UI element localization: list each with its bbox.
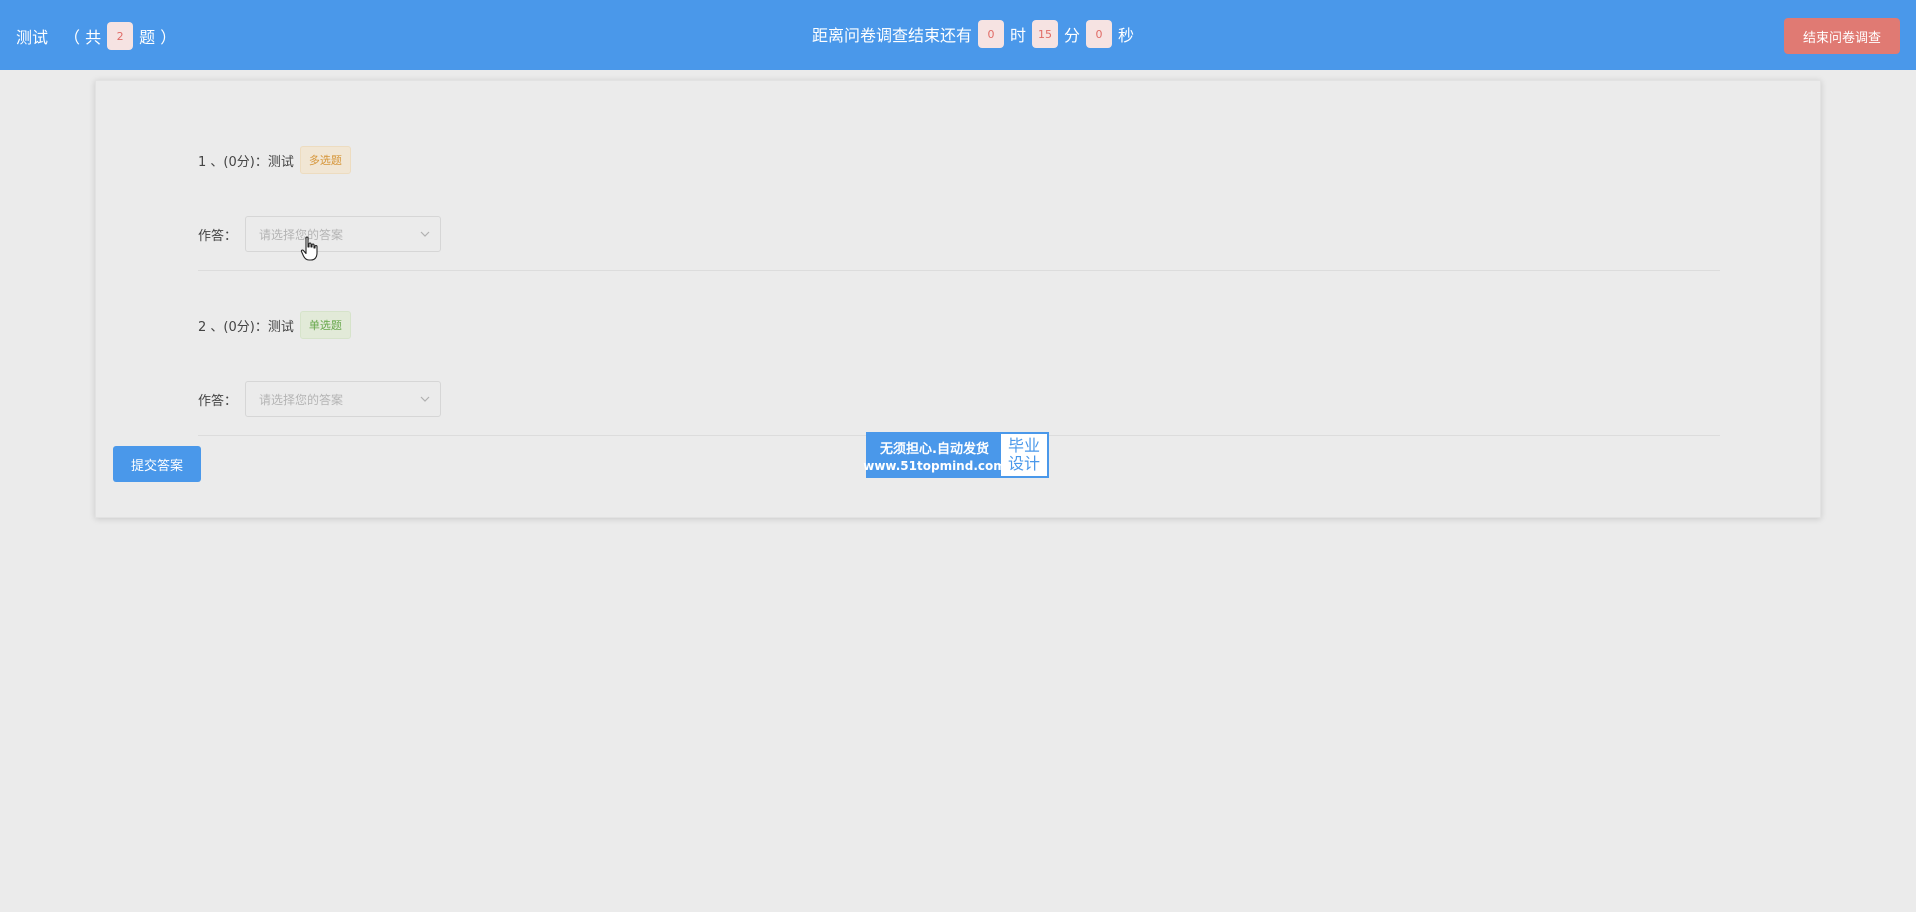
ad-line-1: 无须担心.自动发货 <box>880 441 989 457</box>
chevron-down-icon <box>420 231 430 237</box>
timer-seconds-unit: 秒 <box>1118 26 1135 45</box>
timer-minutes: 15 <box>1032 20 1059 48</box>
timer-hours-unit: 时 <box>1010 26 1027 45</box>
question-2-header: 2 、(0分)：测试 单选题 <box>198 311 1720 339</box>
question-2-title: 2 、(0分)：测试 <box>198 319 294 335</box>
question-1-answer-label: 作答： <box>198 228 238 244</box>
question-1: 1 、(0分)：测试 多选题 作答： 请选择您的答案 <box>198 146 1720 271</box>
question-count-badge: 2 <box>107 22 134 50</box>
question-2-answer-label: 作答： <box>198 393 238 409</box>
question-2: 2 、(0分)：测试 单选题 作答： 请选择您的答案 <box>198 311 1720 436</box>
end-survey-button[interactable]: 结束问卷调查 <box>1784 18 1900 54</box>
ad-right-line-1: 毕业 <box>1007 436 1040 455</box>
countdown-timer: 距离问卷调查结束还有 0 时 15 分 0 秒 <box>812 20 1134 48</box>
timer-prefix: 距离问卷调查结束还有 <box>812 26 973 45</box>
question-1-type-tag: 多选题 <box>299 146 351 174</box>
watermark-ad: 无须担心.自动发货 www.51topmind.com 毕业 设计 <box>863 432 1049 478</box>
question-1-answer-row: 作答： 请选择您的答案 <box>198 216 1720 252</box>
question-2-answer-row: 作答： 请选择您的答案 <box>198 381 1720 417</box>
timer-seconds: 0 <box>1086 20 1113 48</box>
timer-minutes-unit: 分 <box>1064 26 1081 45</box>
ad-right-line-2: 设计 <box>1007 454 1040 473</box>
ad-line-2: www.51topmind.com <box>863 458 1006 473</box>
question-2-answer-select[interactable]: 请选择您的答案 <box>245 381 441 417</box>
submit-answer-button[interactable]: 提交答案 <box>113 446 201 482</box>
question-1-divider <box>198 270 1720 271</box>
survey-title-group: 测试 （ 共 2 题 ） <box>16 22 176 50</box>
ad-right-panel: 毕业 设计 <box>1001 434 1047 476</box>
hand-pointer-icon <box>300 236 318 261</box>
chevron-down-icon <box>420 396 430 402</box>
top-bar: 测试 （ 共 2 题 ） 距离问卷调查结束还有 0 时 15 分 0 秒 结束问… <box>0 0 1916 70</box>
ad-left-panel: 无须担心.自动发货 www.51topmind.com <box>863 434 1006 476</box>
count-prefix: （ 共 <box>64 28 102 47</box>
question-1-answer-select[interactable]: 请选择您的答案 <box>245 216 441 252</box>
question-2-type-tag: 单选题 <box>299 311 351 339</box>
question-1-title: 1 、(0分)：测试 <box>198 154 294 170</box>
survey-title: 测试 <box>16 28 49 47</box>
question-2-placeholder: 请选择您的答案 <box>259 392 344 407</box>
timer-hours: 0 <box>978 20 1005 48</box>
count-suffix: 题 ） <box>139 28 177 47</box>
question-1-header: 1 、(0分)：测试 多选题 <box>198 146 1720 174</box>
